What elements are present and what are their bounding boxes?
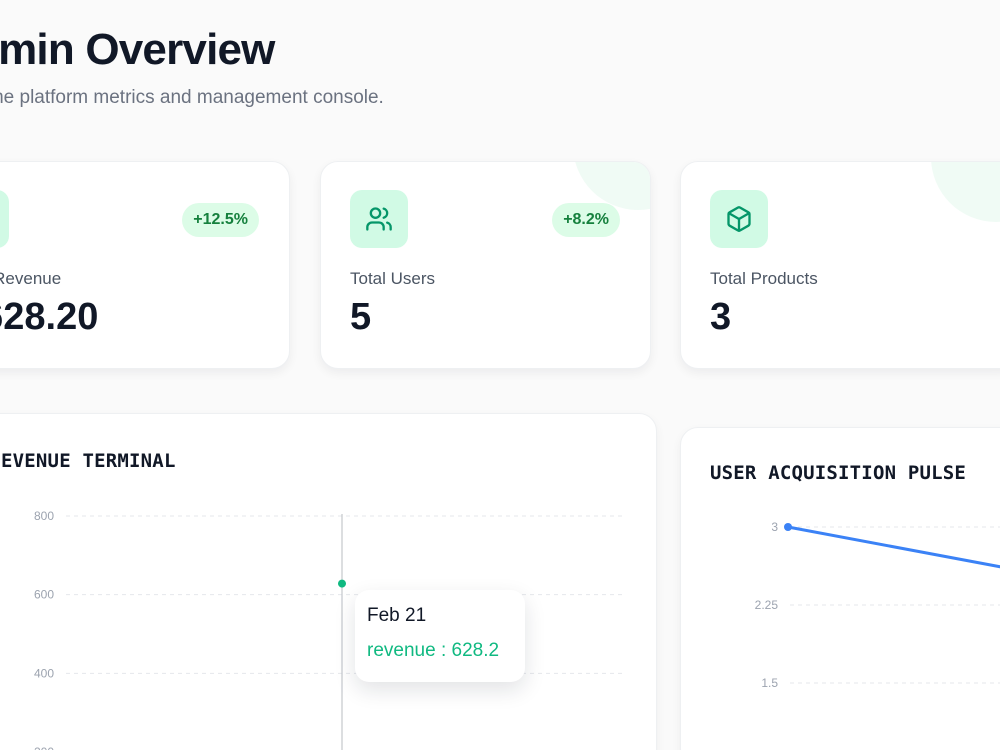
data-point bbox=[784, 523, 792, 531]
y-tick-label: 3 bbox=[771, 520, 778, 534]
y-tick-label: 1.5 bbox=[761, 676, 778, 690]
y-tick-label: 2.25 bbox=[755, 598, 779, 612]
users-chart: 3 2.25 1.5 bbox=[755, 520, 1000, 690]
series-line bbox=[786, 525, 1000, 569]
